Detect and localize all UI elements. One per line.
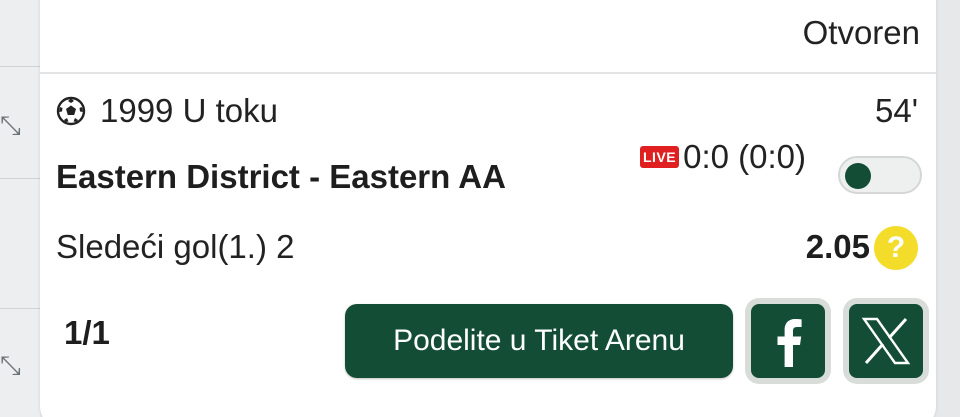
divider <box>0 66 40 67</box>
share-tiket-arena-button[interactable]: Podelite u Tiket Arenu <box>345 304 733 378</box>
event-code: 1999 <box>100 92 174 129</box>
live-badge: LIVE <box>640 146 680 168</box>
bet-market: Sledeći gol(1.) 2 <box>56 228 295 265</box>
ticket-card: Otvoren 1999 U toku 54' Eastern District… <box>40 0 936 417</box>
header-divider <box>40 72 936 74</box>
page-count: 1/1 <box>64 314 110 351</box>
divider <box>0 178 40 179</box>
facebook-icon <box>777 319 802 367</box>
live-toggle[interactable] <box>838 156 922 194</box>
odds-value: 2.05 <box>805 228 870 265</box>
live-score: LIVE 0:0 (0:0) <box>640 138 806 176</box>
score: 0:0 (0:0) <box>683 138 807 175</box>
facebook-share-button[interactable] <box>745 298 831 384</box>
expand-arrow-icon: ⤡ <box>0 350 21 380</box>
event-line: 1999 U toku <box>56 92 278 130</box>
ticket-status: Otvoren <box>802 14 920 51</box>
x-icon <box>861 317 911 365</box>
background-list-strip: ⤡ ⤡ <box>0 0 40 417</box>
soccer-ball-icon <box>56 96 86 126</box>
divider <box>0 308 40 309</box>
match-minute: 54' <box>874 92 918 129</box>
help-icon[interactable]: ? <box>874 226 918 270</box>
match-teams: Eastern District - Eastern AA <box>56 158 506 195</box>
toggle-knob <box>845 163 871 189</box>
expand-arrow-icon: ⤡ <box>0 110 21 140</box>
x-share-button[interactable] <box>843 298 929 384</box>
event-state: U toku <box>182 92 278 129</box>
